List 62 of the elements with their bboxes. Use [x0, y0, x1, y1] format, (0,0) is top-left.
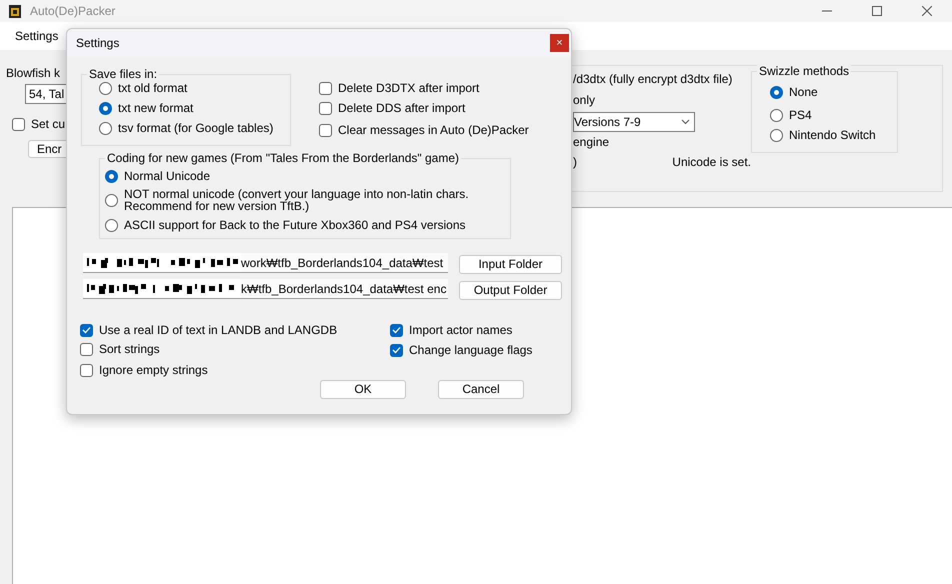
checkbox-label: Clear messages in Auto (De)Packer [338, 123, 529, 137]
path-field[interactable]: work₩tfb_Borderlands104_data₩test [83, 253, 448, 273]
radio-label: Normal Unicode [124, 169, 210, 183]
radio-label: txt old format [118, 81, 188, 95]
folder-button[interactable]: Input Folder [459, 255, 562, 274]
checkbox-label: Use a real ID of text in LANDB and LANGDB [99, 323, 338, 337]
checkbox[interactable] [80, 364, 93, 376]
radio-label: None [789, 85, 818, 99]
checkbox-label: Ignore empty strings [99, 363, 208, 377]
caret-icon [681, 119, 690, 125]
checkbox[interactable] [80, 342, 93, 356]
radio-label: tsv format (for Google tables) [118, 121, 274, 135]
group-title: Save files in: [87, 67, 160, 81]
radio-button[interactable] [105, 194, 118, 206]
version-select[interactable]: Versions 7-9 [573, 112, 695, 132]
checkbox[interactable] [12, 118, 25, 130]
key-field[interactable]: 54, Tal [25, 84, 66, 104]
option-label: only [573, 93, 596, 107]
radio-button[interactable] [105, 218, 118, 232]
radio-label: Nintendo Switch [789, 128, 876, 142]
ok-button[interactable]: OK [320, 380, 406, 399]
maximize-icon[interactable] [872, 6, 882, 16]
radio-button[interactable] [99, 102, 112, 114]
checkbox[interactable] [319, 124, 332, 136]
option-label: ) [573, 155, 578, 169]
checkbox-label: Delete DDS after import [338, 101, 466, 115]
close-button[interactable]: × [550, 34, 569, 52]
radio-button[interactable] [770, 128, 783, 142]
field-label: Blowfish k [6, 66, 62, 80]
radio-label: NOT normal unicode (convert your language into non-latin chars. Recommend for new version TftB.) [124, 188, 469, 212]
dialog-title: Settings [76, 35, 120, 52]
folder-button[interactable]: Output Folder [459, 281, 562, 300]
radio-button[interactable] [99, 122, 112, 134]
checkbox-label: Import actor names [409, 323, 512, 337]
checkbox[interactable] [319, 82, 332, 94]
radio-button[interactable] [105, 170, 118, 182]
checkbox-label: Sort strings [99, 342, 160, 356]
window-title: Auto(De)Packer [30, 3, 116, 20]
checkbox[interactable] [390, 324, 403, 336]
radio-button[interactable] [770, 86, 783, 98]
option-label: engine [573, 135, 610, 149]
checkbox-label: Set cu [31, 117, 66, 131]
checkbox[interactable] [319, 102, 332, 114]
radio-button[interactable] [770, 108, 783, 122]
cancel-button[interactable]: Cancel [438, 380, 524, 399]
radio-label: ASCII support for Back to the Future Xbox360 and PS4 versions [124, 218, 466, 232]
radio-label: txt new format [118, 101, 194, 115]
group-title: Swizzle methods [757, 64, 852, 78]
app-icon [8, 4, 22, 18]
checkbox-label: Change language flags [409, 343, 532, 357]
group-title: Coding for new games (From "Tales From the Borderlands" game) [105, 151, 461, 165]
checkbox[interactable] [80, 324, 93, 336]
path-field[interactable]: k₩tfb_Borderlands104_data₩test enc [83, 279, 448, 299]
encrypt-button[interactable]: Encr [28, 140, 66, 158]
radio-label: PS4 [789, 108, 812, 122]
close-icon[interactable] [922, 6, 932, 16]
option-label: /d3dtx (fully encrypt d3dtx file) [573, 72, 734, 86]
radio-button[interactable] [99, 82, 112, 94]
status-text: Unicode is set. [672, 155, 751, 169]
checkbox-label: Delete D3DTX after import [338, 81, 480, 95]
checkbox[interactable] [390, 344, 403, 356]
menu-item[interactable]: Settings [8, 27, 66, 45]
